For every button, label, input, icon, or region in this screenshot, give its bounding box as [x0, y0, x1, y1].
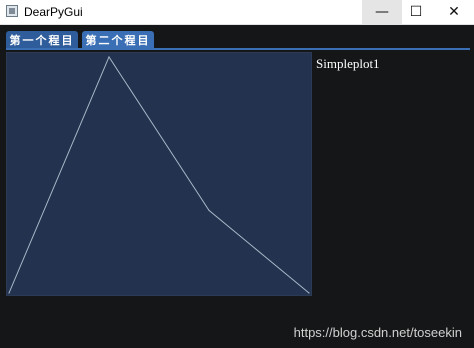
- plot-label: Simpleplot1: [316, 56, 380, 71]
- window-titlebar: DearPyGui — ☐ ✕: [0, 0, 474, 25]
- simple-plot[interactable]: [6, 52, 312, 296]
- plot-series-line: [8, 55, 310, 294]
- tab-bar: 第一个程目 第二个程目: [0, 25, 474, 50]
- maximize-button[interactable]: ☐: [396, 0, 436, 24]
- plot-canvas: [8, 55, 310, 294]
- plot-point: [108, 56, 110, 58]
- app-icon: [6, 5, 18, 17]
- plot-point: [208, 209, 210, 211]
- plot-point: [8, 292, 10, 294]
- tab-first[interactable]: 第一个程目: [6, 31, 78, 48]
- plot-point: [308, 292, 310, 294]
- watermark-text: https://blog.csdn.net/toseekin: [293, 325, 462, 340]
- tab-second[interactable]: 第二个程目: [82, 31, 154, 48]
- window-title: DearPyGui: [24, 5, 83, 19]
- tab-underline: [6, 48, 470, 50]
- close-button[interactable]: ✕: [434, 0, 474, 24]
